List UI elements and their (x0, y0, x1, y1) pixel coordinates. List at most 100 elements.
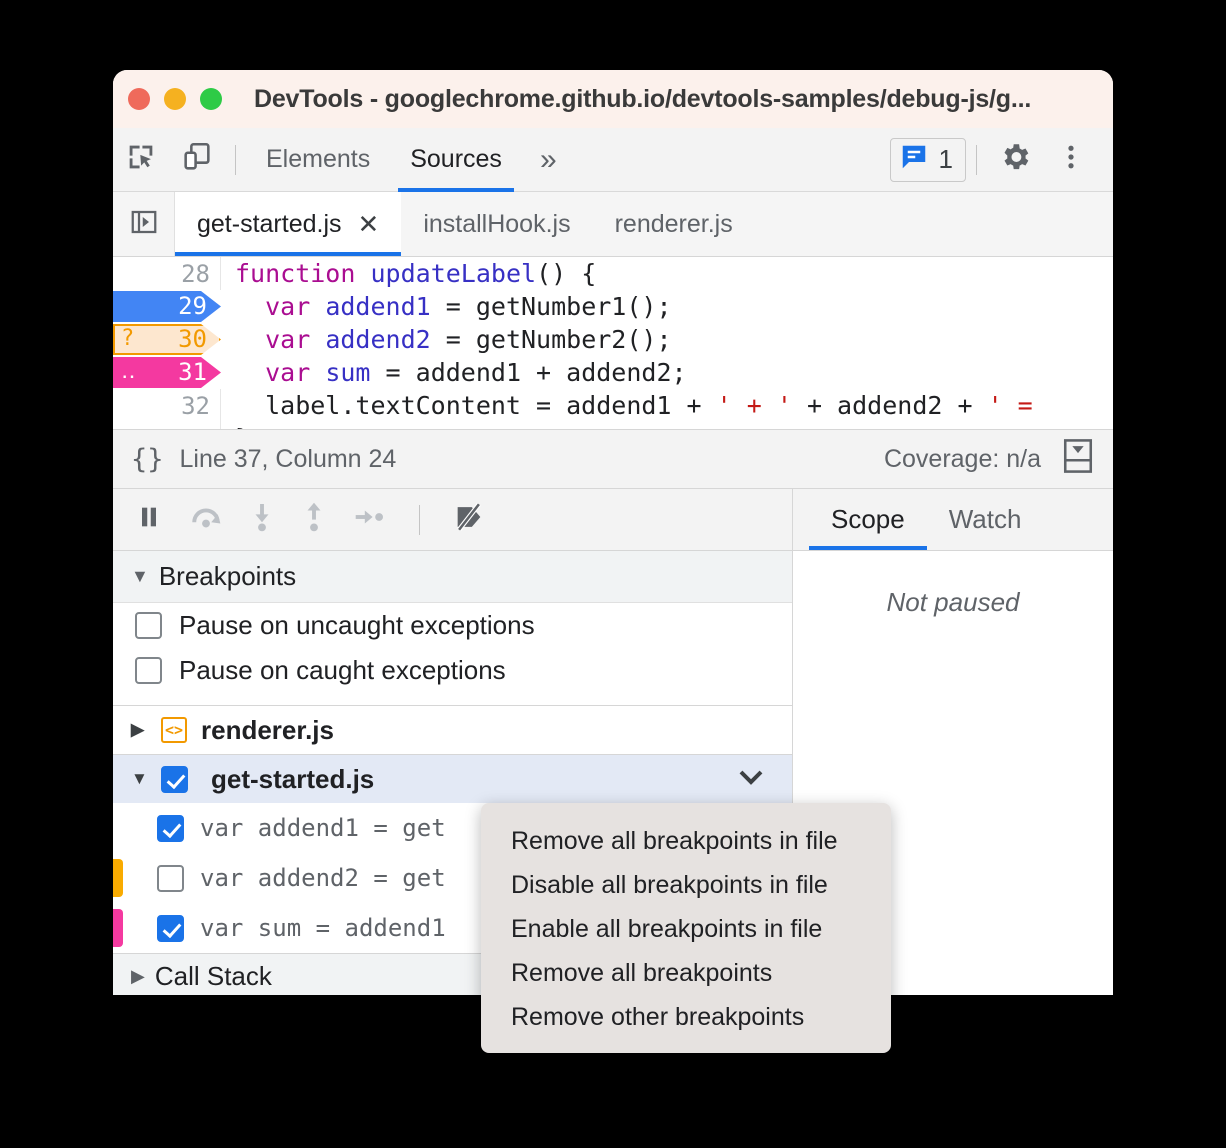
pause-on-caught-exceptions-row[interactable]: Pause on caught exceptions (113, 648, 792, 693)
debugger-controls-toolbar (113, 489, 792, 551)
show-drawer-button[interactable] (1061, 437, 1095, 482)
chevron-right-icon[interactable]: ▶ (131, 720, 149, 740)
code-line-text: var sum = addend1 + addend2; (265, 358, 687, 387)
conditional-breakpoint-edge (113, 859, 123, 897)
breakpoint-item-label: var addend1 = get (200, 814, 446, 842)
gutter-logpoint-31[interactable]: ‥ 31 (113, 356, 221, 389)
line-number: 31 (178, 357, 207, 386)
file-tab-get-started-js[interactable]: get-started.js ✕ (175, 192, 402, 256)
toolbar-divider (235, 144, 236, 175)
breakpoint-file-renderer-js[interactable]: ▶ <> renderer.js (113, 706, 792, 754)
step-button[interactable] (353, 504, 387, 535)
menu-item-enable-all-in-file[interactable]: Enable all breakpoints in file (481, 907, 891, 951)
toolbar-divider-right (976, 144, 977, 175)
menu-item-remove-other[interactable]: Remove other breakpoints (481, 995, 891, 1039)
cursor-position: Line 37, Column 24 (179, 444, 397, 473)
step-out-icon (301, 502, 327, 537)
step-icon (353, 510, 387, 534)
tab-scope[interactable]: Scope (809, 489, 927, 550)
code-line-33-partial: } (113, 422, 1113, 429)
toolbar-right-group: 1 (889, 132, 1113, 188)
inspect-element-button[interactable] (113, 132, 169, 188)
js-file-icon: <> (161, 717, 187, 743)
menu-item-remove-all-in-file[interactable]: Remove all breakpoints in file (481, 819, 891, 863)
chevron-down-icon[interactable]: ▼ (131, 769, 149, 789)
maximize-window-button[interactable] (200, 88, 222, 110)
status-bar-right: Coverage: n/a (884, 437, 1095, 482)
code-line-text: function updateLabel() { (235, 259, 597, 288)
code-line-32: 32 label.textContent = addend1 + ' + ' +… (113, 389, 1113, 422)
show-drawer-icon (1061, 438, 1095, 481)
code-line-30: ? 30 var addend2 = getNumber2(); (113, 323, 1113, 356)
minimize-window-button[interactable] (164, 88, 186, 110)
pause-caught-checkbox[interactable] (135, 657, 162, 684)
breakpoint-enabled-checkbox[interactable] (157, 814, 184, 842)
tab-elements[interactable]: Elements (246, 128, 390, 192)
line-number[interactable]: 32 (113, 389, 221, 422)
line-number: 29 (178, 291, 207, 320)
pause-uncaught-checkbox[interactable] (135, 612, 162, 639)
scope-empty-message: Not paused (886, 587, 1020, 617)
menu-item-remove-all[interactable]: Remove all breakpoints (481, 951, 891, 995)
deactivate-breakpoints-button[interactable] (452, 500, 486, 539)
file-breakpoints-checkbox[interactable] (161, 765, 188, 793)
step-into-button[interactable] (249, 501, 275, 538)
kebab-menu-icon (1056, 142, 1086, 177)
pause-on-uncaught-exceptions-row[interactable]: Pause on uncaught exceptions (113, 603, 792, 648)
step-out-button[interactable] (301, 501, 327, 538)
close-window-button[interactable] (128, 88, 150, 110)
breakpoint-file-more-button[interactable] (736, 765, 766, 796)
inspect-element-icon (124, 140, 158, 179)
breakpoint-enabled-checkbox[interactable] (157, 864, 184, 892)
format-braces-icon[interactable]: {} (131, 444, 164, 475)
step-over-icon (189, 508, 223, 536)
gutter-breakpoint-29[interactable]: 29 (113, 290, 221, 323)
console-message-count: 1 (938, 144, 953, 174)
file-tab-renderer-js[interactable]: renderer.js (593, 192, 755, 256)
debugger-toolbar-divider (419, 504, 420, 535)
device-toolbar-button[interactable] (169, 132, 225, 188)
show-navigator-button[interactable] (113, 192, 175, 256)
close-icon[interactable]: ✕ (358, 209, 380, 240)
tab-watch[interactable]: Watch (927, 489, 1044, 550)
call-stack-label: Call Stack (154, 961, 272, 991)
more-options-button[interactable] (1043, 132, 1099, 188)
tab-sources[interactable]: Sources (390, 128, 522, 192)
line-number: 30 (178, 324, 207, 353)
show-navigator-icon (129, 207, 159, 242)
file-tab-label: get-started.js (197, 209, 342, 238)
more-panels-button[interactable]: » (522, 128, 575, 192)
code-line-text: } (221, 424, 250, 429)
breakpoint-file-label: renderer.js (201, 714, 334, 745)
pause-caught-label: Pause on caught exceptions (179, 655, 506, 685)
devtools-main-toolbar: Elements Sources » 1 (113, 128, 1113, 192)
breakpoint-item-label: var addend2 = get (200, 864, 446, 892)
breakpoint-enabled-checkbox[interactable] (157, 914, 184, 942)
code-line-text: label.textContent = addend1 + ' + ' + ad… (235, 391, 1033, 420)
breakpoints-section-header[interactable]: ▼ Breakpoints (113, 551, 792, 603)
breakpoint-file-label: get-started.js (211, 763, 375, 794)
breakpoints-header-label: Breakpoints (158, 561, 297, 591)
console-message-icon (899, 142, 929, 177)
chevron-down-icon: ▼ (131, 566, 149, 586)
line-number[interactable] (113, 422, 221, 429)
window-title: DevTools - googlechrome.github.io/devtoo… (254, 84, 1032, 113)
deactivate-breakpoints-icon (452, 502, 486, 538)
file-tab-installhook-js[interactable]: installHook.js (401, 192, 592, 256)
window-titlebar: DevTools - googlechrome.github.io/devtoo… (113, 70, 1113, 128)
line-number[interactable]: 28 (113, 257, 221, 290)
console-messages-button[interactable]: 1 (889, 137, 966, 182)
menu-item-disable-all-in-file[interactable]: Disable all breakpoints in file (481, 863, 891, 907)
resume-pause-button[interactable] (135, 503, 163, 536)
logpoint-glyph: ‥ (121, 359, 136, 384)
pause-uncaught-label: Pause on uncaught exceptions (179, 610, 535, 640)
source-file-tabstrip: get-started.js ✕ installHook.js renderer… (113, 192, 1113, 257)
step-over-button[interactable] (189, 502, 223, 537)
screenshot-root: DevTools - googlechrome.github.io/devtoo… (0, 0, 1226, 1148)
settings-button[interactable] (987, 132, 1043, 188)
code-line-28: 28 function updateLabel() { (113, 257, 1113, 290)
code-line-29: 29 var addend1 = getNumber1(); (113, 290, 1113, 323)
breakpoint-file-get-started-js[interactable]: ▼ get-started.js (113, 755, 792, 803)
gutter-conditional-breakpoint-30[interactable]: ? 30 (113, 323, 221, 356)
code-editor[interactable]: 28 function updateLabel() { 29 var adden… (113, 257, 1113, 429)
